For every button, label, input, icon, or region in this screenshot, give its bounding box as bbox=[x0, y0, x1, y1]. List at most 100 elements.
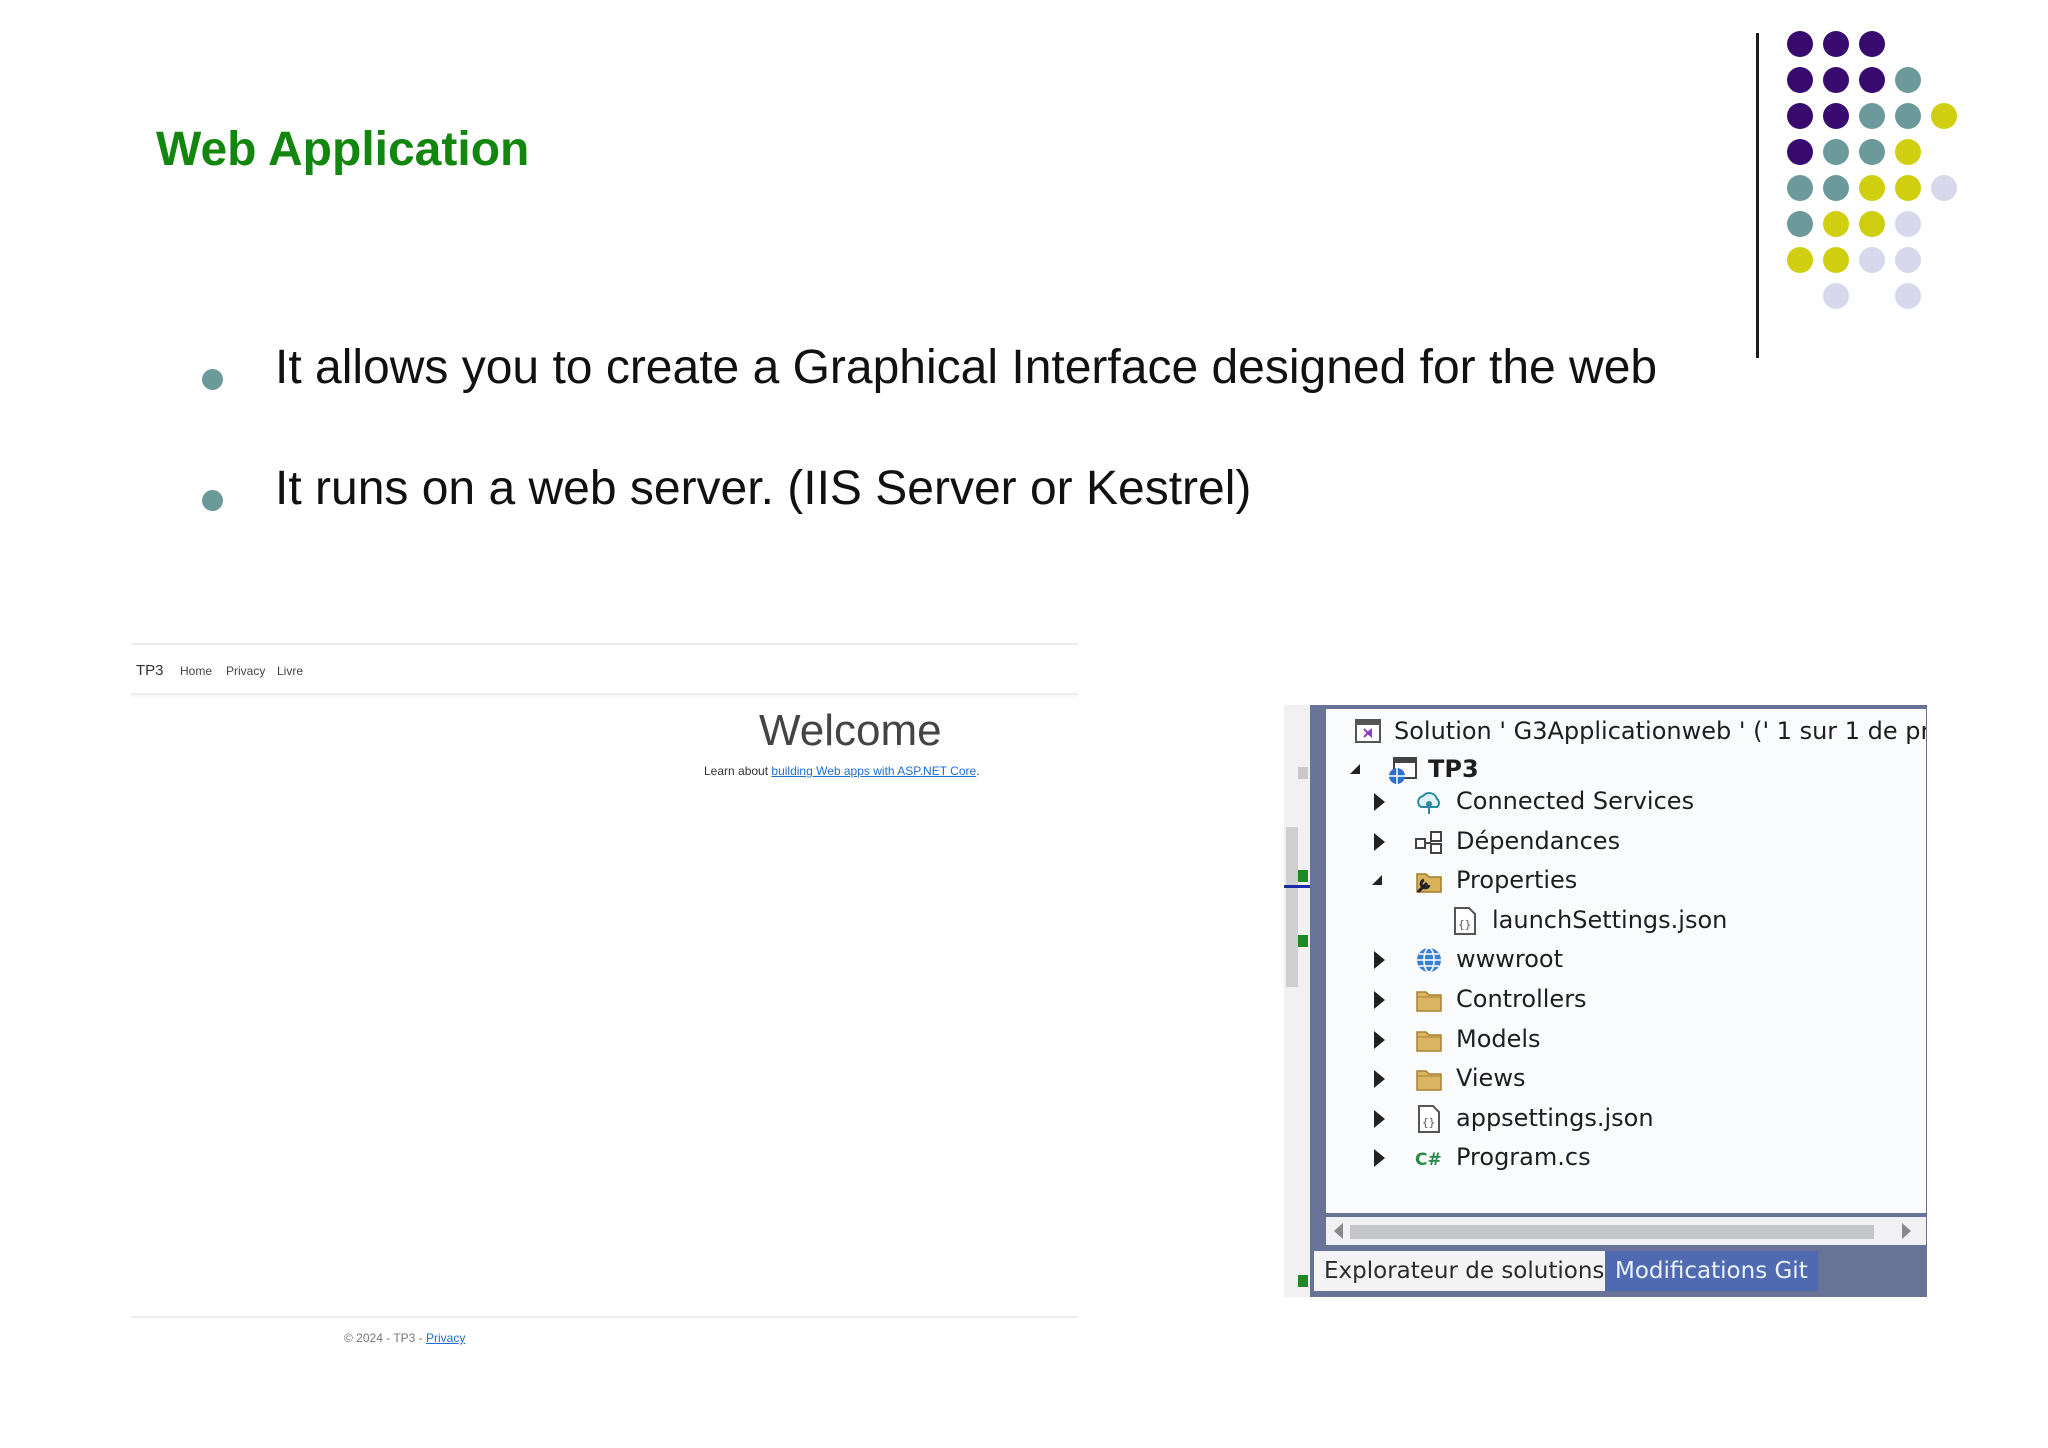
decorative-dot bbox=[1823, 103, 1849, 129]
webapp-learn-text: Learn about building Web apps with ASP.N… bbox=[704, 764, 980, 778]
webapp-footer: © 2024 - TP3 - Privacy bbox=[344, 1331, 465, 1345]
web-project-icon bbox=[1388, 755, 1418, 785]
tree-item-label: Dépendances bbox=[1456, 826, 1621, 855]
decorative-dot bbox=[1859, 175, 1885, 201]
dependencies-icon bbox=[1414, 827, 1444, 857]
folder-icon bbox=[1414, 1025, 1444, 1055]
decorative-dot bbox=[1823, 31, 1849, 57]
csharp-file-icon: C# bbox=[1414, 1143, 1444, 1173]
bullet-dot-icon bbox=[202, 490, 223, 511]
tree-item-label: wwwroot bbox=[1456, 945, 1564, 974]
collapsed-arrow-icon[interactable] bbox=[1374, 832, 1385, 851]
collapsed-arrow-icon[interactable] bbox=[1374, 1149, 1385, 1168]
decorative-dot bbox=[1859, 67, 1885, 93]
decorative-dot bbox=[1931, 175, 1957, 201]
tree-item-label: Models bbox=[1456, 1024, 1541, 1053]
learn-link[interactable]: building Web apps with ASP.NET Core bbox=[771, 764, 976, 778]
decorative-dot bbox=[1823, 283, 1849, 309]
tree-item-label: launchSettings.json bbox=[1492, 905, 1728, 934]
decorative-dot bbox=[1895, 247, 1921, 273]
decorative-dot bbox=[1895, 103, 1921, 129]
decorative-dot bbox=[1823, 67, 1849, 93]
decorative-dot bbox=[1859, 247, 1885, 273]
folder-icon bbox=[1414, 1064, 1444, 1094]
nav-link-home[interactable]: Home bbox=[180, 664, 212, 678]
webapp-brand-link[interactable]: TP3 bbox=[136, 662, 164, 679]
collapsed-arrow-icon[interactable] bbox=[1374, 991, 1385, 1009]
scroll-left-icon[interactable] bbox=[1334, 1223, 1343, 1239]
solution-label: Solution ' G3Applicationweb ' (' 1 sur 1… bbox=[1394, 717, 1926, 745]
change-marker bbox=[1298, 935, 1308, 947]
decorative-dot bbox=[1895, 211, 1921, 237]
decorative-dot bbox=[1931, 103, 1957, 129]
tree-item-label: Properties bbox=[1456, 866, 1578, 895]
bullet-dot-icon bbox=[202, 369, 223, 390]
folder-icon bbox=[1414, 985, 1444, 1015]
bullet-text: It allows you to create a Graphical Inte… bbox=[275, 341, 1658, 394]
decorative-dot bbox=[1787, 247, 1813, 273]
change-marker bbox=[1298, 870, 1308, 882]
nav-link-livre[interactable]: Livre bbox=[277, 664, 303, 678]
editor-caret-line bbox=[1284, 885, 1310, 888]
decorative-dot bbox=[1823, 139, 1849, 165]
learn-prefix: Learn about bbox=[704, 764, 772, 778]
decorative-dot bbox=[1787, 67, 1813, 93]
scrollbar-thumb[interactable] bbox=[1350, 1225, 1874, 1239]
tab-git-changes[interactable]: Modifications Git bbox=[1605, 1251, 1818, 1291]
decorative-dot bbox=[1895, 175, 1921, 201]
decorative-dot bbox=[1895, 67, 1921, 93]
solution-icon bbox=[1354, 717, 1384, 747]
collapsed-arrow-icon[interactable] bbox=[1374, 951, 1385, 970]
decorative-dot bbox=[1787, 103, 1813, 129]
decorative-dot bbox=[1787, 139, 1813, 165]
decorative-dot bbox=[1823, 247, 1849, 273]
slide-title: Web Application bbox=[156, 123, 530, 176]
webapp-footer-divider bbox=[131, 1316, 1078, 1318]
decorative-dot bbox=[1823, 211, 1849, 237]
decorative-dot bbox=[1823, 175, 1849, 201]
collapsed-arrow-icon[interactable] bbox=[1374, 1030, 1385, 1049]
webapp-welcome-heading: Welcome bbox=[759, 706, 942, 755]
webapp-navbar: TP3 Home Privacy Livre bbox=[131, 643, 1078, 695]
collapsed-arrow-icon[interactable] bbox=[1374, 1070, 1385, 1089]
collapsed-arrow-icon[interactable] bbox=[1374, 1109, 1385, 1128]
footer-copyright: © 2024 - TP3 - bbox=[344, 1331, 426, 1345]
solution-explorer-screenshot: Solution ' G3Applicationweb ' (' 1 sur 1… bbox=[1284, 705, 1927, 1297]
decorative-dot bbox=[1895, 283, 1921, 309]
tree-item-label: appsettings.json bbox=[1456, 1103, 1654, 1132]
editor-scrollbar[interactable] bbox=[1286, 827, 1298, 987]
decorative-dot bbox=[1859, 139, 1885, 165]
decorative-dot bbox=[1859, 103, 1885, 129]
expanded-arrow-icon[interactable] bbox=[1350, 764, 1360, 774]
project-label: TP3 bbox=[1428, 755, 1479, 783]
tree-item-label: Program.cs bbox=[1456, 1143, 1591, 1172]
footer-privacy-link[interactable]: Privacy bbox=[426, 1331, 465, 1345]
globe-icon bbox=[1414, 945, 1444, 975]
decorative-vertical-line bbox=[1756, 33, 1759, 358]
decorative-dot bbox=[1787, 31, 1813, 57]
tree-item-label: Connected Services bbox=[1456, 787, 1695, 815]
svg-text:{}: {} bbox=[1458, 918, 1471, 931]
json-file-icon: {} bbox=[1414, 1104, 1444, 1134]
decorative-dot bbox=[1859, 211, 1885, 237]
decorative-dot bbox=[1787, 175, 1813, 201]
nav-link-privacy[interactable]: Privacy bbox=[226, 664, 265, 678]
collapsed-arrow-icon[interactable] bbox=[1374, 793, 1385, 811]
decorative-dot-grid bbox=[1787, 31, 1987, 321]
decorative-dot bbox=[1787, 211, 1813, 237]
expanded-arrow-icon[interactable] bbox=[1372, 875, 1382, 886]
webapp-screenshot: TP3 Home Privacy Livre Welcome Learn abo… bbox=[131, 643, 1078, 1356]
decorative-dot bbox=[1895, 139, 1921, 165]
tab-solution-explorer[interactable]: Explorateur de solutions bbox=[1314, 1251, 1615, 1291]
connected-services-icon bbox=[1414, 787, 1444, 817]
tree-item-label: Views bbox=[1456, 1064, 1526, 1093]
bullet-text: It runs on a web server. (IIS Server or … bbox=[275, 462, 1252, 515]
properties-folder-icon bbox=[1414, 866, 1444, 896]
horizontal-scrollbar[interactable] bbox=[1326, 1217, 1926, 1245]
svg-text:C#: C# bbox=[1415, 1150, 1442, 1170]
change-marker bbox=[1298, 1275, 1308, 1287]
decorative-dot bbox=[1859, 31, 1885, 57]
scroll-marker bbox=[1298, 767, 1308, 779]
scroll-right-icon[interactable] bbox=[1902, 1223, 1911, 1239]
json-file-icon: {} bbox=[1450, 906, 1480, 936]
